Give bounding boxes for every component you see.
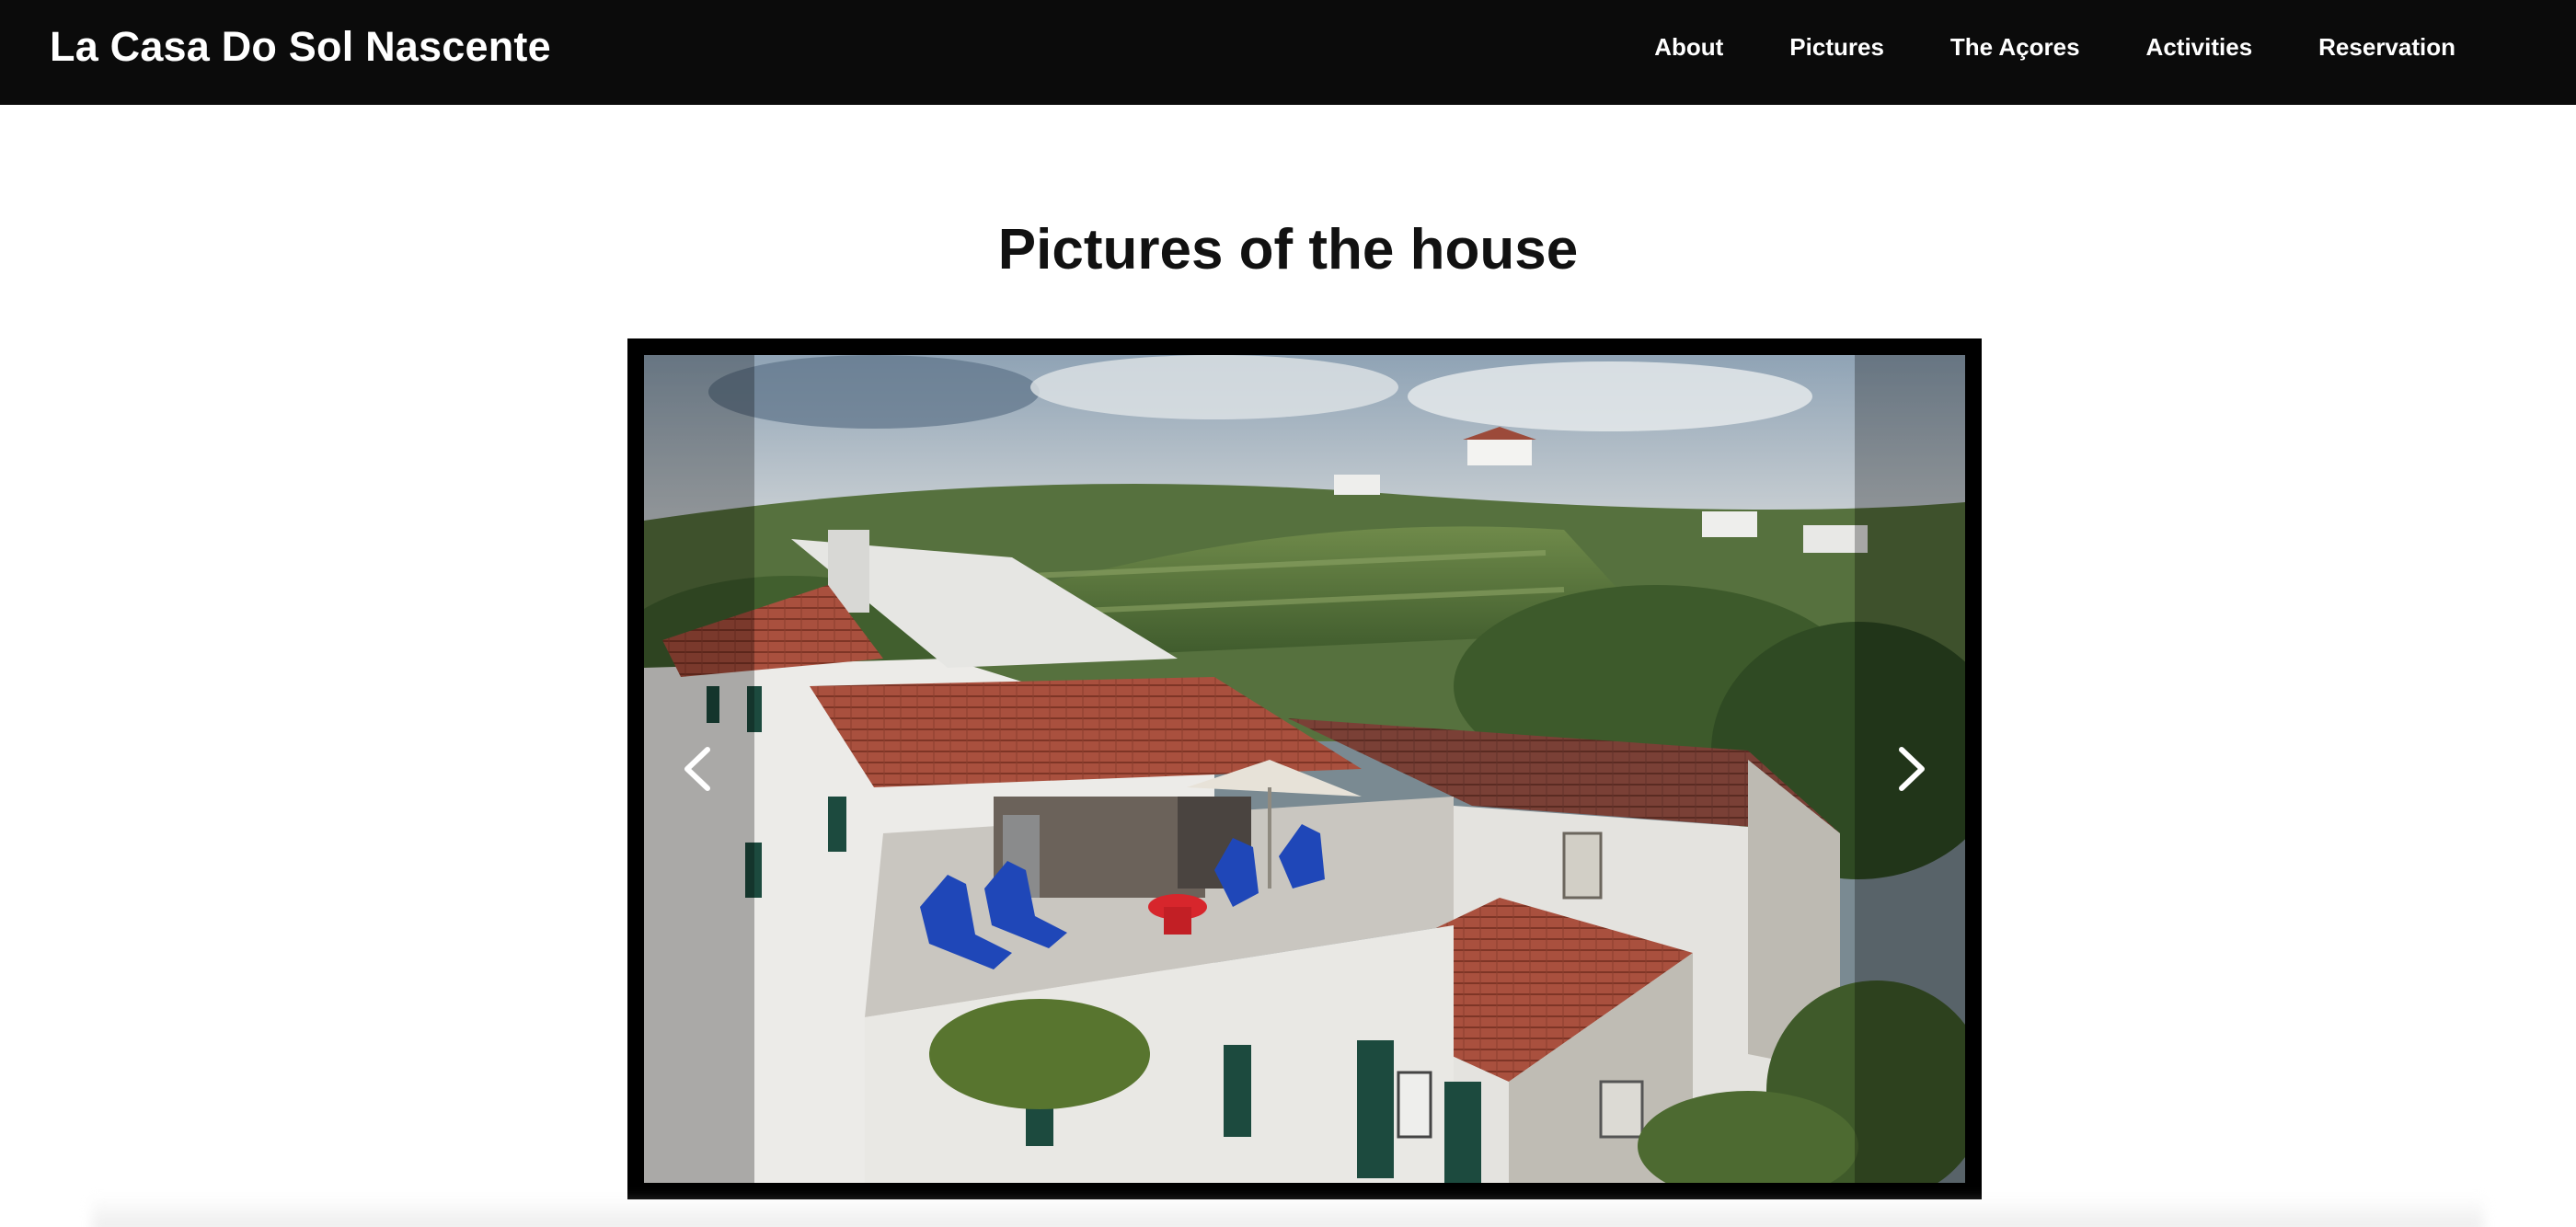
nav-link-pictures[interactable]: Pictures: [1756, 0, 1917, 94]
page-title: Pictures of the house: [997, 218, 1579, 281]
carousel-photo: [644, 355, 1965, 1183]
nav-link-activities[interactable]: Activities: [2113, 0, 2286, 94]
main-nav: About Pictures The Açores Activities Res…: [1621, 0, 2489, 94]
chevron-left-icon: [674, 744, 724, 794]
carousel-prev-button[interactable]: [644, 355, 754, 1183]
carousel-next-button[interactable]: [1855, 355, 1965, 1183]
top-navbar: La Casa Do Sol Nascente About Pictures T…: [0, 0, 2576, 105]
house-photo-illustration: [644, 355, 1965, 1183]
nav-link-reservation[interactable]: Reservation: [2285, 0, 2489, 94]
photo-carousel: [627, 338, 1982, 1199]
chevron-right-icon: [1885, 744, 1935, 794]
nav-link-about[interactable]: About: [1621, 0, 1756, 94]
site-brand[interactable]: La Casa Do Sol Nascente: [50, 0, 551, 94]
nav-link-acores[interactable]: The Açores: [1917, 0, 2113, 94]
bottom-shadow: [92, 1196, 2484, 1227]
